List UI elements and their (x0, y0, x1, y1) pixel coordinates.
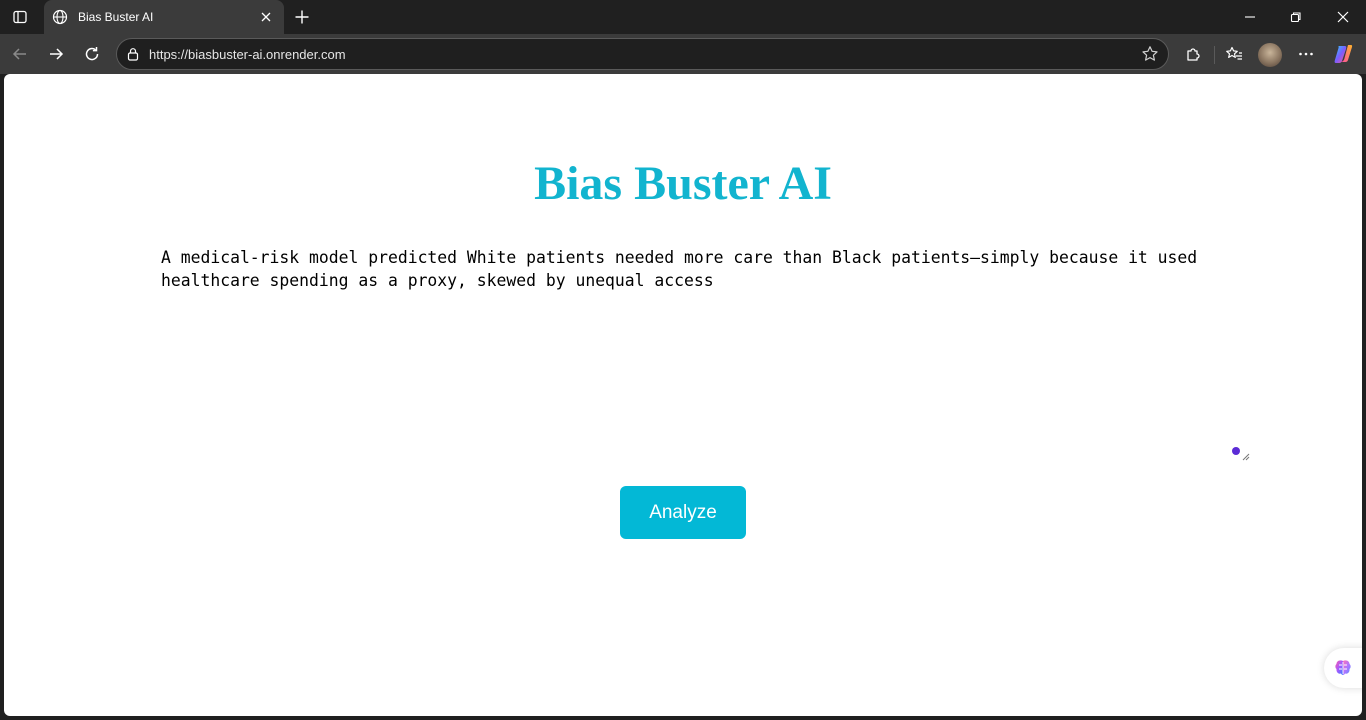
restore-icon (1290, 12, 1301, 23)
window-close-icon (1337, 11, 1349, 23)
browser-toolbar: https://biasbuster-ai.onrender.com (0, 34, 1366, 74)
back-icon (12, 48, 26, 60)
refresh-icon (85, 47, 99, 61)
url-text[interactable]: https://biasbuster-ai.onrender.com (149, 47, 1132, 62)
brain-icon (1335, 660, 1351, 675)
back-button[interactable] (4, 38, 36, 70)
resize-handle-icon[interactable] (1240, 451, 1250, 461)
grammar-assistant-indicator[interactable] (1232, 447, 1240, 455)
copilot-icon (1334, 45, 1353, 63)
new-tab-button[interactable] (288, 3, 316, 31)
star-icon (1142, 46, 1158, 61)
forward-icon (50, 48, 64, 60)
more-button[interactable] (1290, 38, 1322, 70)
refresh-button[interactable] (76, 38, 108, 70)
profile-avatar[interactable] (1258, 43, 1282, 67)
page-viewport: Bias Buster AI Analyze (4, 74, 1362, 716)
window-close-button[interactable] (1320, 0, 1366, 34)
forward-button[interactable] (40, 38, 72, 70)
tab-title: Bias Buster AI (78, 10, 154, 24)
toolbar-separator (1214, 46, 1215, 64)
more-icon (1299, 52, 1313, 56)
globe-icon (52, 9, 68, 25)
favorites-button[interactable] (1218, 38, 1250, 70)
lock-icon[interactable] (117, 39, 149, 69)
minimize-icon (1245, 16, 1255, 18)
tab-actions-icon (13, 10, 27, 24)
favorites-icon (1226, 46, 1242, 60)
page-title: Bias Buster AI (534, 157, 832, 210)
address-bar[interactable]: https://biasbuster-ai.onrender.com (116, 38, 1169, 70)
plus-icon (295, 10, 309, 24)
close-icon (261, 12, 271, 22)
restore-button[interactable] (1273, 0, 1319, 34)
extensions-icon (1187, 48, 1200, 61)
tab-actions-button[interactable] (4, 2, 36, 32)
floating-assistant-button[interactable] (1324, 648, 1362, 688)
tab-close-button[interactable] (256, 7, 276, 27)
analyze-button[interactable]: Analyze (620, 486, 746, 539)
extensions-button[interactable] (1177, 38, 1209, 70)
bias-input-textarea[interactable] (159, 244, 1251, 462)
tab-strip: Bias Buster AI (0, 0, 1366, 34)
minimize-button[interactable] (1227, 0, 1273, 34)
favorite-star-button[interactable] (1132, 39, 1168, 69)
copilot-button[interactable] (1327, 38, 1359, 70)
browser-tab[interactable]: Bias Buster AI (44, 0, 284, 34)
